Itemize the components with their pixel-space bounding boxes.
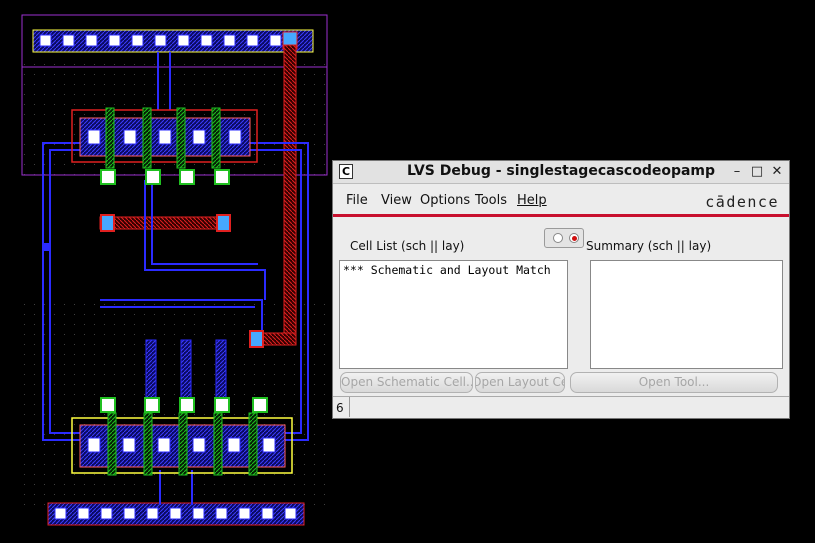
- menu-file[interactable]: File: [346, 193, 368, 208]
- bottom-power-rail: [47, 502, 305, 526]
- maximize-icon[interactable]: □: [749, 164, 765, 180]
- cadence-logo: cādence: [705, 193, 779, 211]
- top-power-rail: [32, 29, 314, 53]
- summary-label: Summary (sch || lay): [586, 239, 712, 253]
- list-item[interactable]: *** Schematic and Layout Match: [343, 263, 551, 277]
- minimize-icon[interactable]: –: [729, 164, 745, 180]
- summary-list[interactable]: [590, 260, 783, 369]
- open-schematic-button[interactable]: Open Schematic Cell...: [340, 372, 473, 393]
- menu-options[interactable]: Options: [420, 193, 470, 208]
- menu-tools[interactable]: Tools: [475, 193, 507, 208]
- lvs-debug-window: C LVS Debug - singlestagecascodeopamp – …: [332, 160, 790, 419]
- cell-list[interactable]: *** Schematic and Layout Match: [339, 260, 568, 369]
- status-number: 6: [336, 401, 344, 415]
- menu-help[interactable]: Help: [517, 193, 547, 208]
- status-bar: 6: [333, 396, 789, 418]
- radio-icon[interactable]: [553, 233, 563, 243]
- radio-icon[interactable]: [569, 233, 579, 243]
- cell-list-label: Cell List (sch || lay): [350, 239, 465, 253]
- menu-bar: File View Options Tools Help cādence: [333, 185, 789, 215]
- status-field: [349, 397, 790, 417]
- close-icon[interactable]: ✕: [769, 164, 785, 180]
- window-title: LVS Debug - singlestagecascodeopamp: [406, 163, 716, 179]
- open-tool-button[interactable]: Open Tool...: [570, 372, 778, 393]
- menu-view[interactable]: View: [381, 193, 412, 208]
- open-layout-button[interactable]: Open Layout Cell...: [475, 372, 565, 393]
- brand-divider: [333, 214, 789, 217]
- mode-toggle[interactable]: [544, 228, 584, 248]
- title-bar[interactable]: C LVS Debug - singlestagecascodeopamp – …: [333, 161, 789, 184]
